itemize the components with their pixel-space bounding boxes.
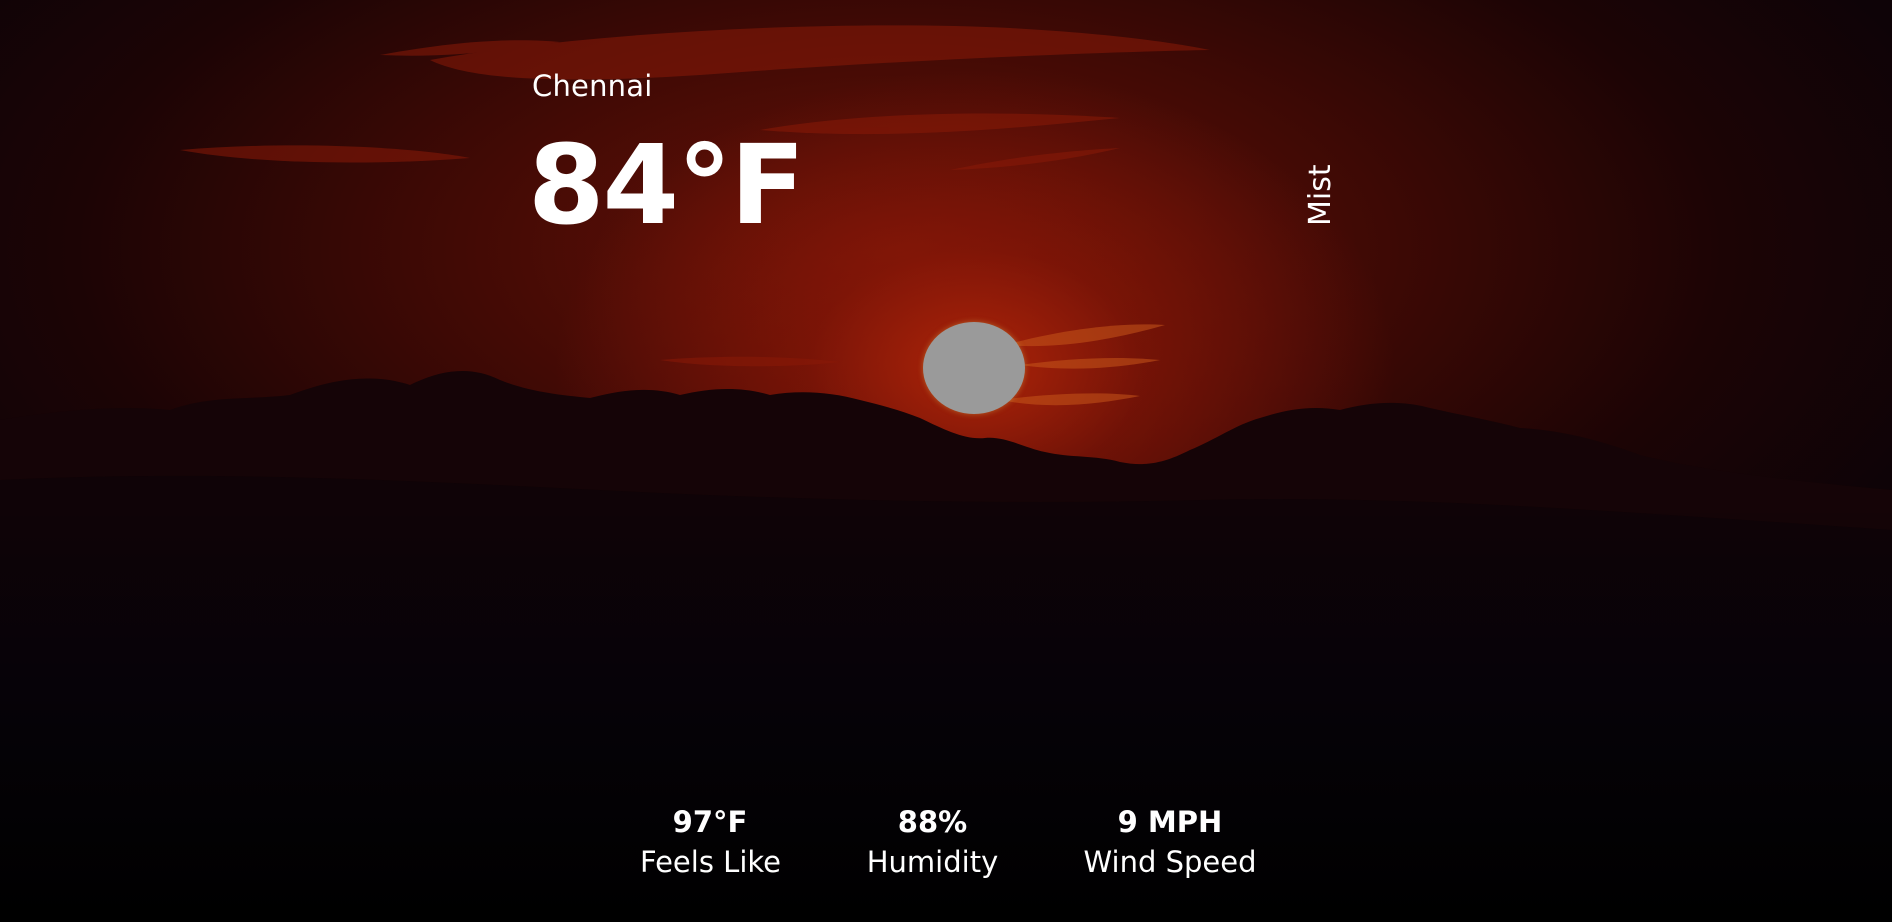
wind-speed-stat: 9 MPH Wind Speed — [1080, 802, 1260, 882]
wind-speed-value: 9 MPH — [1117, 805, 1223, 839]
ground-silhouette — [0, 0, 1892, 922]
city-name: Chennai — [532, 69, 653, 103]
weather-page: Chennai 84°F Mist 97°F Feels Like 88% Hu… — [0, 0, 1892, 922]
weather-stats: 97°F Feels Like 88% Humidity 9 MPH Wind … — [600, 802, 1300, 902]
current-temperature: 84°F — [528, 121, 805, 249]
feels-like-value: 97°F — [672, 805, 748, 839]
humidity-label: Humidity — [866, 845, 999, 879]
humidity-value: 88% — [897, 805, 968, 839]
humidity-stat: 88% Humidity — [865, 802, 1000, 882]
feels-like-label: Feels Like — [640, 845, 781, 879]
wind-speed-label: Wind Speed — [1083, 845, 1257, 879]
weather-condition: Mist — [1303, 164, 1338, 226]
feels-like-stat: 97°F Feels Like — [640, 802, 781, 882]
